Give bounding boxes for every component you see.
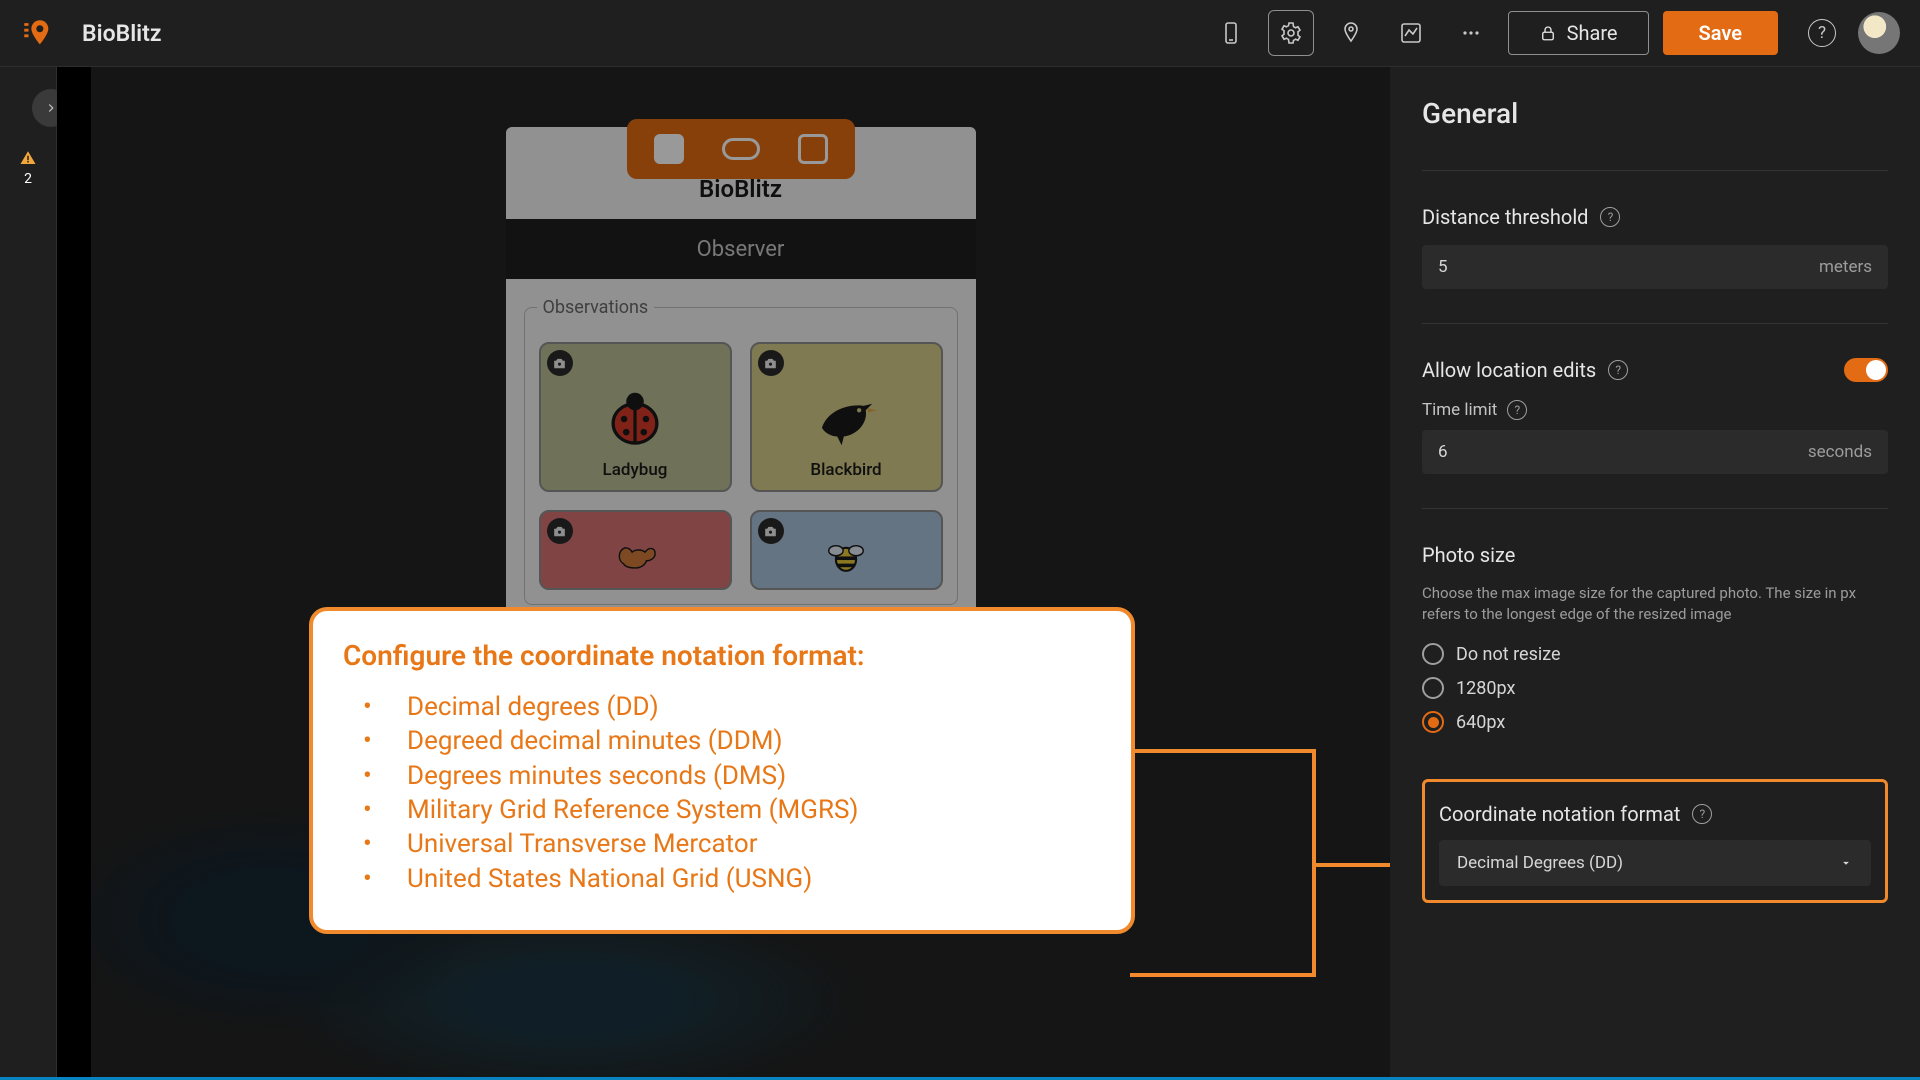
left-sidebar: 2 (0, 67, 57, 1080)
app-title: BioBlitz (82, 20, 162, 47)
panel-title: General (1422, 97, 1888, 130)
photo-size-hint: Choose the max image size for the captur… (1422, 583, 1888, 625)
callout-item: Degrees minutes seconds (DMS) (407, 759, 1101, 793)
help-hint-icon[interactable]: ? (1692, 804, 1712, 824)
lock-icon (1539, 24, 1557, 42)
more-icon[interactable] (1448, 10, 1494, 56)
coordinate-format-section: Coordinate notation format ? Decimal Deg… (1422, 779, 1888, 903)
distance-threshold-input[interactable]: 5 meters (1422, 245, 1888, 289)
chevron-down-icon (1839, 856, 1853, 870)
save-button[interactable]: Save (1663, 11, 1778, 55)
instruction-callout: Configure the coordinate notation format… (309, 607, 1135, 934)
callout-item: Decimal degrees (DD) (407, 690, 1101, 724)
share-button[interactable]: Share (1508, 11, 1649, 55)
help-hint-icon[interactable]: ? (1507, 400, 1527, 420)
callout-item: Military Grid Reference System (MGRS) (407, 793, 1101, 827)
allow-location-edits-toggle[interactable] (1844, 358, 1888, 382)
photo-size-option-1280[interactable]: 1280px (1422, 677, 1888, 699)
callout-title: Configure the coordinate notation format… (343, 639, 1101, 672)
callout-item: Degreed decimal minutes (DDM) (407, 724, 1101, 758)
time-limit-input[interactable]: 6 seconds (1422, 430, 1888, 474)
callout-item: Universal Transverse Mercator (407, 827, 1101, 861)
app-logo-icon (20, 16, 54, 50)
warnings-badge[interactable]: 2 (19, 149, 37, 187)
time-limit-label: Time limit (1422, 400, 1497, 420)
settings-icon[interactable] (1268, 10, 1314, 56)
allow-location-edits-label: Allow location edits (1422, 358, 1596, 382)
app-header: BioBlitz Share Save ? (0, 0, 1920, 67)
coordinate-format-select[interactable]: Decimal Degrees (DD) (1439, 840, 1871, 886)
chart-icon[interactable] (1388, 10, 1434, 56)
coordinate-format-label: Coordinate notation format (1439, 802, 1680, 826)
help-hint-icon[interactable]: ? (1608, 360, 1628, 380)
photo-size-label: Photo size (1422, 543, 1515, 567)
callout-connector-line (1313, 863, 1390, 867)
callout-item: United States National Grid (USNG) (407, 862, 1101, 896)
photo-size-option-none[interactable]: Do not resize (1422, 643, 1888, 665)
help-icon[interactable]: ? (1808, 19, 1836, 47)
navigation-icon[interactable] (1328, 10, 1374, 56)
phone-preview-icon[interactable] (1208, 10, 1254, 56)
distance-threshold-label: Distance threshold (1422, 205, 1588, 229)
help-hint-icon[interactable]: ? (1600, 207, 1620, 227)
chevron-right-icon (44, 101, 58, 115)
photo-size-option-640[interactable]: 640px (1422, 711, 1888, 733)
callout-connector-box (1130, 749, 1316, 977)
settings-panel: General Distance threshold ? 5 meters Al… (1390, 67, 1920, 1080)
canvas-area: BioBlitz Observer Observations Ladybug (57, 67, 1390, 1080)
user-avatar[interactable] (1858, 12, 1900, 54)
warning-icon (19, 149, 37, 167)
